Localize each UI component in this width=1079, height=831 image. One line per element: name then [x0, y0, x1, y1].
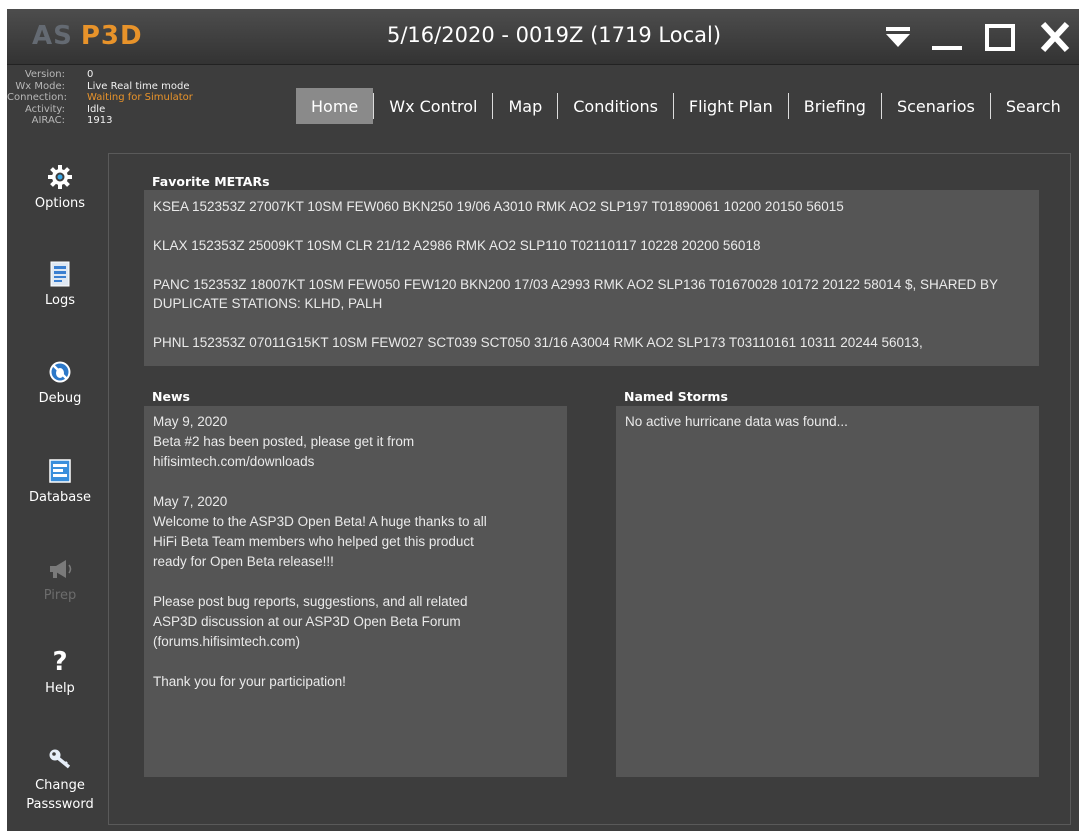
app-window: AS P3D 5/16/2020 - 0019Z (1719 Local) Ve…: [7, 9, 1079, 831]
database-icon: [47, 458, 73, 484]
news-title: News: [152, 389, 190, 404]
news-panel[interactable]: May 9, 2020 Beta #2 has been posted, ple…: [144, 406, 567, 777]
tab-scenarios[interactable]: Scenarios: [882, 88, 990, 124]
sidebar-item-options[interactable]: Options: [7, 164, 113, 213]
sidebar-item-label: Logs: [45, 293, 75, 308]
dropdown-menu-button[interactable]: [880, 17, 916, 57]
tab-home[interactable]: Home: [296, 88, 374, 124]
metar-entry: PANC 152353Z 18007KT 10SM FEW050 FEW120 …: [153, 277, 998, 311]
tab-flight-plan[interactable]: Flight Plan: [674, 88, 788, 124]
tab-search[interactable]: Search: [991, 88, 1076, 124]
megaphone-icon: [47, 556, 73, 582]
favorite-metars-title: Favorite METARs: [152, 174, 270, 189]
log-file-icon: [47, 261, 73, 287]
maximize-button[interactable]: [982, 17, 1018, 57]
sidebar-item-label: Help: [45, 681, 75, 696]
status-row-wx-mode: Wx Mode: Live Real time mode: [7, 81, 247, 93]
dropdown-menu-icon: [886, 27, 910, 47]
sidebar-item-pirep: Pirep: [7, 556, 113, 605]
status-row-connection: Connection: Waiting for Simulator: [7, 92, 247, 104]
sidebar-item-database[interactable]: Database: [7, 458, 113, 507]
metar-entry: KSEA 152353Z 27007KT 10SM FEW060 BKN250 …: [153, 199, 844, 214]
tab-wx-control[interactable]: Wx Control: [374, 88, 492, 124]
sidebar-item-label: Change Passsword: [26, 778, 94, 812]
status-label: Version:: [24, 69, 65, 80]
sidebar-item-debug[interactable]: Debug: [7, 359, 113, 408]
app-logo: AS P3D: [32, 21, 143, 51]
status-value: 0: [87, 69, 94, 80]
status-value: 1913: [87, 115, 113, 126]
sidebar-item-label: Pirep: [43, 588, 77, 603]
logo-p3d: P3D: [80, 21, 143, 51]
minimize-button[interactable]: [929, 17, 965, 57]
debug-icon: [47, 359, 73, 385]
status-label: Wx Mode:: [15, 80, 65, 92]
logo-as: AS: [32, 21, 73, 51]
question-mark-icon: ?: [52, 647, 68, 677]
status-row-airac: AIRAC: 1913: [7, 115, 247, 127]
home-content: Favorite METARs KSEA 152353Z 27007KT 10S…: [108, 153, 1071, 825]
named-storms-title: Named Storms: [624, 389, 728, 404]
close-button[interactable]: [1037, 17, 1073, 57]
key-icon: [47, 746, 73, 772]
favorite-metars-panel[interactable]: KSEA 152353Z 27007KT 10SM FEW060 BKN250 …: [144, 190, 1039, 366]
sidebar-item-label: Database: [28, 490, 92, 505]
window-title: 5/16/2020 - 0019Z (1719 Local): [387, 23, 722, 47]
sidebar-item-label: Options: [34, 196, 86, 211]
main-nav: Home Wx Control Map Conditions Flight Pl…: [296, 88, 1076, 124]
status-value: Live Real time mode: [87, 80, 190, 92]
status-value: Idle: [87, 103, 106, 115]
title-bar[interactable]: AS P3D 5/16/2020 - 0019Z (1719 Local): [7, 9, 1079, 65]
status-label: Activity:: [24, 103, 65, 115]
metar-entry: KLAX 152353Z 25009KT 10SM CLR 21/12 A298…: [153, 238, 761, 253]
status-panel: Version: 0 Wx Mode: Live Real time mode …: [7, 69, 247, 127]
status-label: Connection:: [7, 92, 67, 103]
tab-briefing[interactable]: Briefing: [789, 88, 881, 124]
close-icon: [1040, 21, 1070, 53]
tab-conditions[interactable]: Conditions: [558, 88, 673, 124]
status-row-version: Version: 0: [7, 69, 247, 81]
sidebar-item-logs[interactable]: Logs: [7, 261, 113, 310]
status-label: AIRAC:: [31, 115, 65, 126]
connection-status-value: Waiting for Simulator: [87, 92, 193, 103]
sidebar-item-label: Debug: [38, 391, 82, 406]
gear-icon: [47, 164, 73, 190]
sidebar-item-help[interactable]: ? Help: [7, 647, 113, 698]
metar-entry: PHNL 152353Z 07011G15KT 10SM FEW027 SCT0…: [153, 335, 923, 350]
minimize-icon: [932, 46, 962, 50]
status-row-activity: Activity: Idle: [7, 104, 247, 116]
tab-map[interactable]: Map: [493, 88, 557, 124]
sidebar-item-change-password[interactable]: Change Passsword: [7, 746, 113, 814]
named-storms-panel[interactable]: No active hurricane data was found...: [616, 406, 1039, 777]
maximize-icon: [985, 24, 1015, 51]
